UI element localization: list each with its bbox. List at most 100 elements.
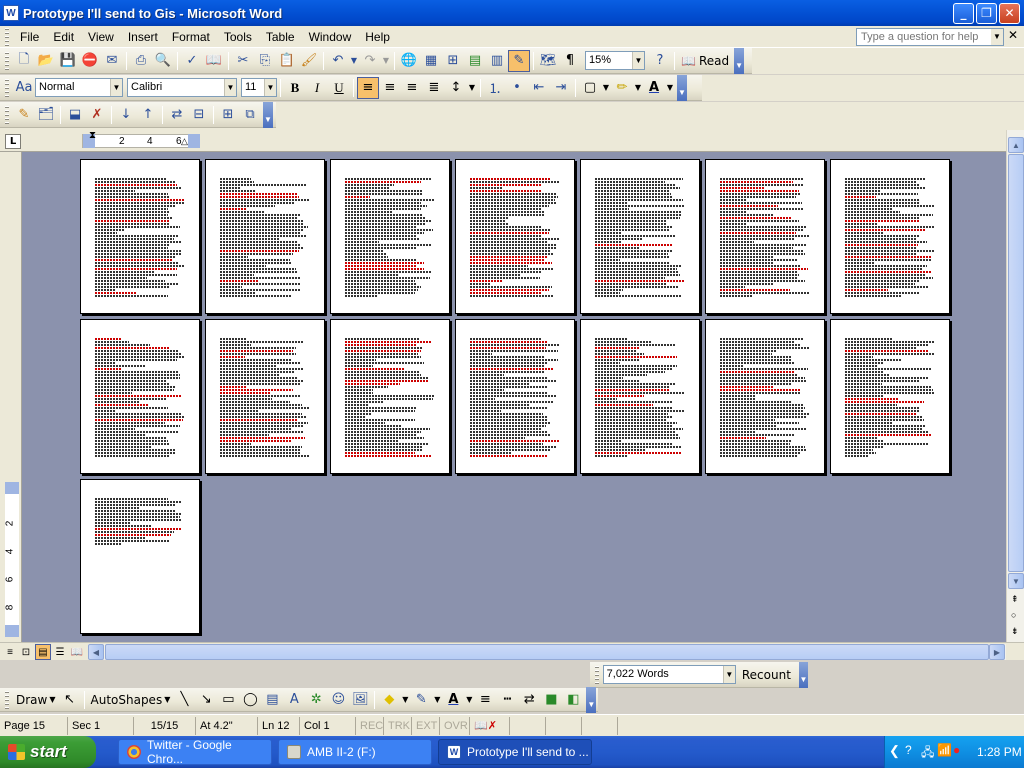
page-thumbnail[interactable] (80, 319, 200, 474)
draw-menu-button[interactable]: Draw ▼ (13, 689, 59, 711)
columns-icon[interactable]: ▥ (486, 50, 508, 72)
toolbar-options-icon[interactable]: ▼ (263, 101, 273, 128)
page-thumbnail[interactable] (330, 319, 450, 474)
text-box-icon[interactable]: ▤ (261, 689, 283, 711)
font-dropdown-icon[interactable]: ▼ (224, 79, 236, 96)
page-thumbnail[interactable] (455, 319, 575, 474)
copy-icon[interactable]: ⎘ (254, 50, 276, 72)
toolbar-grip[interactable] (5, 51, 9, 70)
document-area[interactable] (22, 152, 1007, 642)
sort-ascending-icon[interactable]: ↓ (115, 104, 137, 126)
word-count-dropdown-icon[interactable]: ▼ (722, 666, 735, 683)
status-rec[interactable]: REC (356, 716, 384, 735)
toolbar-grip[interactable] (5, 105, 9, 124)
bullets-icon[interactable]: • (506, 77, 528, 99)
3d-style-icon[interactable]: ◧ (562, 689, 584, 711)
wireless-icon[interactable]: 📶 (937, 743, 952, 757)
styles-formatting-icon[interactable]: Aa (13, 77, 35, 99)
increase-indent-icon[interactable]: ⇥ (550, 77, 572, 99)
font-color-dropdown-icon[interactable]: ▼ (464, 689, 474, 711)
select-objects-icon[interactable]: ↖ (59, 689, 81, 711)
borders-dropdown-icon[interactable]: ▼ (601, 77, 611, 99)
borders-icon[interactable]: ▢ (579, 77, 601, 99)
scroll-down-icon[interactable]: ▼ (1008, 573, 1024, 589)
vertical-ruler[interactable]: 2 4 6 8 (0, 152, 22, 642)
page-thumbnail[interactable] (580, 159, 700, 314)
page-thumbnail[interactable] (205, 319, 325, 474)
previous-page-icon[interactable]: ⇞ (1011, 594, 1019, 605)
align-left-icon[interactable]: ≡ (357, 76, 379, 99)
web-layout-icon[interactable]: ⊡ (18, 644, 34, 660)
arrow-style-icon[interactable]: ⇄ (518, 689, 540, 711)
tab-selector[interactable]: L (5, 134, 21, 149)
decrease-indent-icon[interactable]: ⇤ (528, 77, 550, 99)
toolbar-options-icon[interactable]: ▼ (677, 74, 687, 101)
diagram-icon[interactable]: ✲ (305, 689, 327, 711)
underline-icon[interactable]: U (328, 77, 350, 99)
line-spacing-dropdown-icon[interactable]: ▼ (467, 77, 477, 99)
menu-edit[interactable]: Edit (46, 27, 81, 47)
toolbar-grip[interactable] (595, 665, 599, 684)
print-icon[interactable]: ⎙ (130, 50, 152, 72)
dash-style-icon[interactable]: ┅ (496, 689, 518, 711)
fill-color-dropdown-icon[interactable]: ▼ (400, 689, 410, 711)
properties-icon[interactable]: 🗂 (35, 104, 57, 126)
autoshapes-button[interactable]: AutoShapes ▼ (88, 689, 174, 711)
font-color-dropdown-icon[interactable]: ▼ (665, 77, 675, 99)
menu-table[interactable]: Table (259, 27, 302, 47)
scroll-up-icon[interactable]: ▲ (1008, 137, 1024, 153)
line-color-icon[interactable]: ✎ (410, 689, 432, 711)
zoom-select[interactable]: 15% ▼ (585, 51, 645, 70)
page-thumbnail[interactable] (80, 479, 200, 634)
tables-borders-icon[interactable]: ▦ (420, 50, 442, 72)
zoom-dropdown-icon[interactable]: ▼ (632, 52, 644, 69)
print-layout-icon[interactable]: ▤ (35, 644, 51, 660)
menu-tools[interactable]: Tools (217, 27, 259, 47)
page-thumbnail[interactable] (830, 319, 950, 474)
reading-layout-icon[interactable]: 📖 (69, 644, 85, 660)
move-icon[interactable]: ⇄ (166, 104, 188, 126)
paste-icon[interactable]: 📋 (276, 50, 298, 72)
page-thumbnail[interactable] (455, 159, 575, 314)
page-thumbnail[interactable] (830, 159, 950, 314)
redo-dropdown-icon[interactable]: ▼ (381, 50, 391, 72)
restore-button[interactable]: ❐ (976, 2, 997, 24)
menu-file[interactable]: File (13, 27, 46, 47)
outline-icon[interactable]: ⊞ (217, 104, 239, 126)
menu-grip[interactable] (5, 27, 9, 46)
spelling-status-icon[interactable]: 📖✗ (470, 716, 510, 735)
help-icon[interactable]: ? (649, 50, 671, 72)
print-preview-icon[interactable]: 🔍 (152, 50, 174, 72)
numbering-icon[interactable]: ⒈ (484, 77, 506, 99)
highlight-icon[interactable]: ✏ (611, 77, 633, 99)
line-icon[interactable]: ╲ (173, 689, 195, 711)
line-color-dropdown-icon[interactable]: ▼ (432, 689, 442, 711)
start-button[interactable]: start (0, 736, 96, 768)
insert-field-icon[interactable]: ⬓ (64, 104, 86, 126)
page-thumbnail[interactable] (205, 159, 325, 314)
document-map-icon[interactable]: 🗺 (537, 50, 559, 72)
permission-icon[interactable]: ⛔ (79, 50, 101, 72)
read-button[interactable]: 📖 Read (678, 50, 732, 72)
toolbar-options-icon[interactable]: ▼ (586, 686, 597, 713)
style-select[interactable]: Normal ▼ (35, 78, 123, 97)
word-count-select[interactable]: 7,022 Words ▼ (602, 665, 736, 684)
new-document-icon[interactable]: 🗋 (13, 50, 35, 72)
rectangle-icon[interactable]: ▭ (217, 689, 239, 711)
page-thumbnail[interactable] (580, 319, 700, 474)
open-folder-icon[interactable]: 📂 (35, 50, 57, 72)
toolbar-grip[interactable] (5, 690, 9, 709)
status-trk[interactable]: TRK (384, 716, 412, 735)
picture-icon[interactable]: 🖼 (349, 689, 371, 711)
fill-color-icon[interactable]: ◆ (378, 689, 400, 711)
word-app-icon[interactable]: W (3, 5, 19, 21)
arrow-icon[interactable]: ↘ (195, 689, 217, 711)
undo-dropdown-icon[interactable]: ▼ (349, 50, 359, 72)
horizontal-ruler[interactable]: L 2 4 6 ⧗ △ (0, 130, 1024, 152)
drawing-icon[interactable]: ✎ (508, 49, 530, 72)
bold-icon[interactable]: B (284, 77, 306, 99)
toolbar-options-icon[interactable]: ▼ (798, 661, 808, 688)
task-word[interactable]: W Prototype I'll send to ... (438, 739, 592, 765)
group-icon[interactable]: ⧉ (239, 104, 261, 126)
recount-button[interactable]: Recount (736, 664, 797, 686)
